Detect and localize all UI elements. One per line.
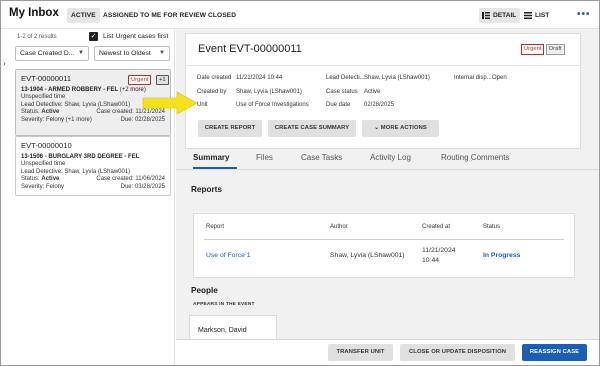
- list-view-icon: [524, 12, 532, 19]
- detail-view-icon: [482, 12, 490, 19]
- more-actions-label: MORE ACTIONS: [380, 125, 427, 131]
- column-header-author: Author: [330, 224, 348, 230]
- sort-field-select[interactable]: Case Created D... ▼: [15, 46, 89, 61]
- chevron-right-icon[interactable]: ›: [3, 59, 6, 68]
- chevron-down-icon: ⌄: [374, 125, 380, 131]
- detail-view-label: DETAIL: [493, 12, 517, 19]
- case-id: EVT-00000010: [21, 141, 72, 150]
- case-severity-row: Severity: Felony Due: 03/28/2025: [21, 184, 165, 192]
- urgent-first-toggle[interactable]: ✓ List Urgent cases first: [89, 32, 168, 41]
- urgent-badge: Urgent: [128, 75, 152, 85]
- report-link[interactable]: Use of Force 1: [206, 252, 251, 259]
- app-window: My Inbox ACTIVE ASSIGNED TO ME FOR REVIE…: [0, 0, 600, 366]
- left-gutter: ›: [1, 29, 10, 365]
- tab-activity-log[interactable]: Activity Log: [370, 153, 411, 162]
- column-header-created-at: Created at: [422, 224, 451, 230]
- due-date-label: Due date: [326, 102, 351, 108]
- sort-order-select[interactable]: Newest to Oldest ▼: [94, 46, 170, 61]
- lead-detective-value: Shaw, Lyvia (LShaw001): [364, 75, 430, 81]
- column-header-status: Status: [483, 224, 501, 230]
- divider: [176, 169, 599, 170]
- case-severity: Severity: Felony (+1 more): [21, 116, 92, 123]
- case-list-panel: 1-2 of 2 results ✓ List Urgent cases fir…: [10, 29, 175, 365]
- status-value: Active: [41, 109, 60, 115]
- more-actions-button[interactable]: ⌄ MORE ACTIONS: [362, 120, 439, 137]
- action-footer: TRANSFER UNIT CLOSE OR UPDATE DISPOSITIO…: [176, 339, 599, 365]
- case-status-value: Active: [364, 89, 381, 95]
- tab-files[interactable]: Files: [256, 153, 273, 162]
- case-time: Unspecified time: [21, 161, 66, 167]
- caret-down-icon: ▼: [159, 50, 165, 56]
- tab-routing-comments[interactable]: Routing Comments: [441, 153, 509, 162]
- case-due: Due: 03/28/2025: [120, 183, 165, 190]
- tab-case-tasks[interactable]: Case Tasks: [301, 153, 342, 162]
- report-status: In Progress: [483, 252, 521, 259]
- results-count: 1-2 of 2 results: [17, 34, 57, 40]
- date-created-value: 11/21/2024 10:44: [236, 75, 283, 81]
- detail-tabs: Summary Files Case Tasks Activity Log Ro…: [185, 153, 581, 167]
- annotation-arrow-icon: [142, 91, 198, 115]
- person-name: Markson, David: [198, 327, 247, 334]
- reports-heading: Reports: [191, 185, 222, 194]
- tab-active[interactable]: ACTIVE: [67, 8, 100, 23]
- report-created-time: 10:44: [422, 257, 440, 264]
- close-update-disposition-button[interactable]: CLOSE OR UPDATE DISPOSITION: [400, 344, 515, 361]
- case-created: Case created: 11/06/2024: [96, 176, 165, 182]
- case-status-row: Status: Active Case created: 11/06/2024: [21, 176, 165, 184]
- case-severity-row: Severity: Felony (+1 more) Due: 02/28/20…: [21, 117, 165, 125]
- case-status-label: Case status: [326, 89, 358, 95]
- status-label: Status:: [21, 176, 40, 182]
- case-severity: Severity: Felony: [21, 183, 65, 190]
- case-due: Due: 02/28/2025: [120, 116, 165, 123]
- internal-disposition-value: Open: [492, 75, 507, 81]
- sort-order-value: Newest to Oldest: [99, 50, 151, 57]
- draft-badge: Draft: [546, 44, 565, 55]
- count-badge: +1: [156, 75, 169, 85]
- reassign-case-button[interactable]: REASSIGN CASE: [522, 344, 587, 361]
- case-status: Status: Active: [21, 109, 59, 117]
- top-bar: My Inbox ACTIVE ASSIGNED TO ME FOR REVIE…: [1, 1, 599, 29]
- tab-closed[interactable]: CLOSED: [204, 8, 240, 23]
- column-header-report: Report: [206, 224, 225, 230]
- case-title-text: 13-1904 - ARMED ROBBERY - FEL: [21, 87, 119, 93]
- people-heading: People: [191, 286, 218, 295]
- create-report-button[interactable]: CREATE REPORT: [198, 120, 262, 137]
- divider: [204, 239, 564, 240]
- detail-view-button[interactable]: DETAIL: [479, 8, 521, 23]
- date-created-label: Date created: [197, 75, 232, 81]
- checkbox-checked-icon[interactable]: ✓: [89, 32, 98, 41]
- case-detective: Lead Detective: Shaw, Lyvia (LShaw001): [21, 168, 131, 175]
- created-by-value: Shaw, Lyvia (LShaw001): [236, 89, 302, 95]
- event-title: Event EVT-00000011: [198, 43, 302, 55]
- tab-summary[interactable]: Summary: [193, 153, 229, 162]
- more-options-icon[interactable]: •••: [577, 9, 591, 20]
- reports-table: Report Author Created at Status Use of F…: [193, 213, 575, 278]
- internal-disposition-label: Internal disp...: [454, 75, 492, 81]
- case-card-evt-00000010[interactable]: EVT-00000010 13-1506 - BURGLARY 3RD DEGR…: [15, 136, 171, 196]
- list-view-label: LIST: [535, 12, 550, 19]
- case-status: Status: Active: [21, 176, 59, 184]
- created-by-label: Created by: [197, 89, 227, 95]
- page-title: My Inbox: [9, 7, 59, 19]
- divider: [186, 65, 580, 66]
- appears-in-event-label: APPEARS IN THE EVENT: [193, 302, 255, 307]
- report-author: Shaw, Lyvia (LShaw001): [330, 252, 405, 259]
- due-date-value: 02/28/2025: [364, 102, 395, 108]
- create-case-summary-button[interactable]: CREATE CASE SUMMARY: [268, 120, 356, 137]
- report-created-date: 11/21/2024: [422, 247, 456, 254]
- status-value: Active: [41, 176, 60, 182]
- sort-field-value: Case Created D...: [20, 50, 75, 57]
- caret-down-icon: ▼: [78, 50, 84, 56]
- urgent-first-label: List Urgent cases first: [103, 33, 169, 40]
- event-header-card: Event EVT-00000011 Urgent Draft Date cre…: [185, 33, 581, 149]
- unit-value: Use of Force Investigations: [236, 102, 309, 108]
- transfer-unit-button[interactable]: TRANSFER UNIT: [328, 344, 393, 361]
- list-view-button[interactable]: LIST: [521, 8, 553, 23]
- lead-detective-label: Lead Detecti...: [326, 75, 365, 81]
- status-label: Status:: [21, 109, 40, 115]
- event-detail-panel: Event EVT-00000011 Urgent Draft Date cre…: [176, 29, 599, 345]
- urgent-badge: Urgent: [521, 44, 545, 55]
- case-title: 13-1506 - BURGLARY 3RD DEGREE - FEL: [21, 154, 140, 160]
- tab-assigned-for-review[interactable]: ASSIGNED TO ME FOR REVIEW: [99, 8, 210, 23]
